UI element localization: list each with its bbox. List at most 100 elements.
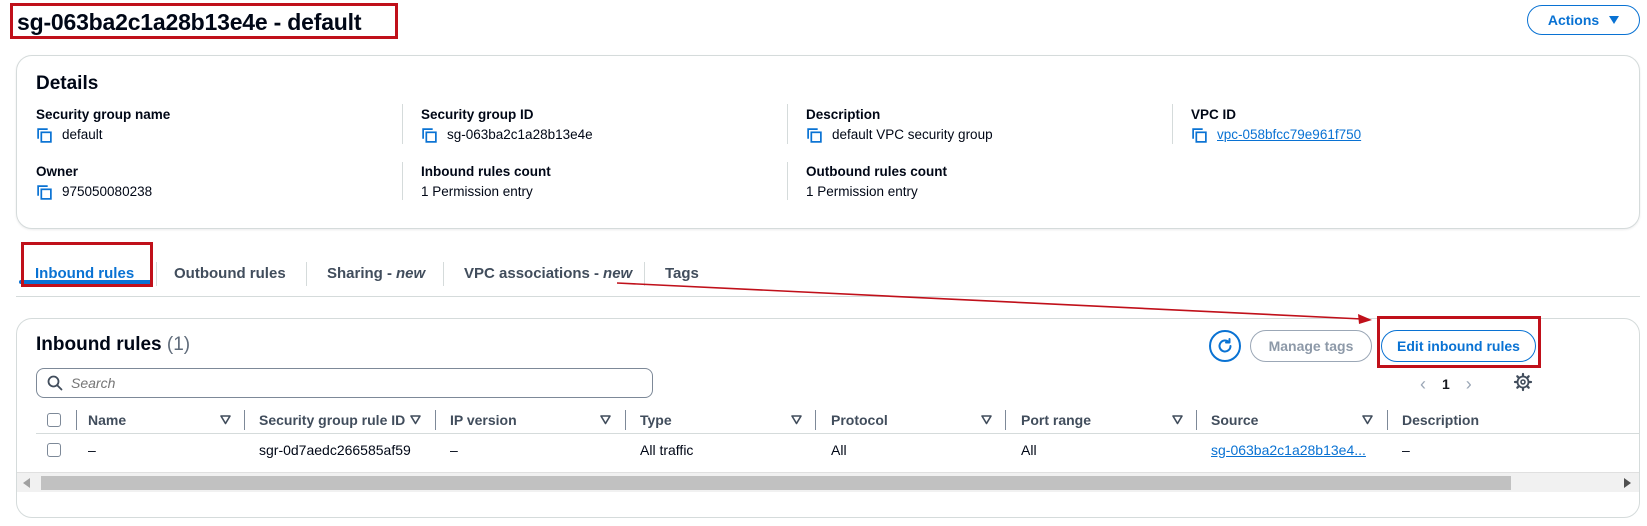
sort-icon[interactable] (981, 415, 992, 425)
search-icon (47, 375, 63, 391)
select-all-checkbox[interactable] (47, 413, 61, 427)
field-value: default (62, 127, 103, 142)
column-divider[interactable] (435, 410, 436, 430)
cell-protocol: All (831, 442, 847, 458)
copy-icon[interactable] (1191, 127, 1208, 144)
field-security-group-id: Security group ID sg-063ba2c1a28b13e4e (421, 106, 801, 144)
sort-icon[interactable] (600, 415, 611, 425)
field-vpc-id: VPC ID vpc-058bfcc79e961f750 (1191, 106, 1571, 144)
field-label: Security group ID (421, 107, 534, 122)
column-divider[interactable] (815, 410, 816, 430)
pagination: ‹ 1 › (1420, 372, 1472, 396)
cell-type: All traffic (640, 442, 694, 458)
select-all-checkbox-cell[interactable] (47, 406, 61, 434)
column-header-port-range[interactable]: Port range (1021, 406, 1091, 434)
table-header: Name Security group rule ID IP version T… (36, 406, 1640, 434)
field-label: Description (806, 107, 881, 122)
page-title: sg-063ba2c1a28b13e4e - default (10, 3, 398, 39)
column-header-type[interactable]: Type (640, 406, 672, 434)
column-divider[interactable] (1005, 410, 1006, 430)
scrollbar-thumb[interactable] (41, 476, 1511, 490)
refresh-icon (1218, 338, 1232, 353)
column-divider[interactable] (1196, 410, 1197, 430)
heading-text: Inbound rules (36, 334, 162, 355)
copy-icon[interactable] (36, 127, 53, 144)
table-row[interactable]: – sgr-0d7aedc266585af59 – All traffic Al… (36, 435, 1640, 465)
cell-ip-version: – (450, 442, 458, 458)
field-owner: Owner 975050080238 (36, 163, 416, 201)
field-value: 975050080238 (62, 184, 153, 199)
row-checkbox-cell[interactable] (47, 435, 61, 465)
cell-port-range: All (1021, 442, 1037, 458)
vpc-id-link[interactable]: vpc-058bfcc79e961f750 (1217, 126, 1361, 144)
sort-icon[interactable] (220, 415, 231, 425)
new-badge: new (603, 264, 633, 282)
field-label: Security group name (36, 107, 171, 122)
column-header-description[interactable]: Description (1402, 406, 1479, 434)
tab-tags[interactable]: Tags (665, 250, 699, 296)
annotation-box (21, 242, 153, 287)
field-label: VPC ID (1191, 107, 1237, 122)
field-label: Owner (36, 164, 79, 179)
field-outbound-rules-count: Outbound rules count 1 Permission entry (806, 163, 1186, 201)
copy-icon[interactable] (36, 184, 53, 201)
column-header-ip-version[interactable]: IP version (450, 406, 517, 434)
current-page[interactable]: 1 (1442, 376, 1450, 392)
column-header-source[interactable]: Source (1211, 406, 1258, 434)
tab-label: Sharing - (327, 264, 393, 282)
tab-bar: Inbound rules Outbound rules Sharing - ne… (16, 250, 1640, 297)
next-page-icon[interactable]: › (1466, 374, 1472, 395)
new-badge: new (396, 264, 426, 282)
cell-rule-id: sgr-0d7aedc266585af59 (259, 442, 411, 458)
tab-vpc-associations[interactable]: VPC associations - new (464, 250, 632, 296)
tab-divider (443, 262, 444, 286)
tab-divider (644, 262, 645, 286)
cell-description: – (1402, 442, 1410, 458)
column-header-name[interactable]: Name (88, 406, 126, 434)
field-label: Inbound rules count (421, 164, 551, 179)
scroll-right-icon[interactable] (1623, 478, 1631, 488)
column-divider[interactable] (244, 410, 245, 430)
field-value: default VPC security group (832, 127, 993, 142)
field-inbound-rules-count: Inbound rules count 1 Permission entry (421, 163, 801, 201)
column-divider (76, 410, 77, 430)
tab-divider (306, 262, 307, 286)
column-header-rule-id[interactable]: Security group rule ID (259, 406, 405, 434)
field-value: 1 Permission entry (806, 184, 918, 199)
tab-sharing[interactable]: Sharing - new (327, 250, 425, 296)
previous-page-icon[interactable]: ‹ (1420, 374, 1426, 395)
copy-icon[interactable] (806, 127, 823, 144)
copy-icon[interactable] (421, 127, 438, 144)
refresh-button[interactable] (1209, 330, 1241, 362)
tab-label: VPC associations - (464, 264, 600, 282)
annotation-box (1377, 316, 1541, 368)
gear-icon[interactable] (1513, 372, 1533, 392)
column-divider[interactable] (1387, 410, 1388, 430)
cell-name: – (88, 442, 96, 458)
scroll-left-icon[interactable] (23, 478, 31, 488)
details-title: Details (36, 73, 99, 94)
horizontal-scrollbar[interactable] (17, 472, 1639, 492)
cell-source: sg-063ba2c1a28b13e4... (1211, 435, 1366, 465)
column-divider[interactable] (625, 410, 626, 430)
sort-icon[interactable] (791, 415, 802, 425)
tab-label: Outbound rules (174, 264, 286, 282)
field-label: Outbound rules count (806, 164, 947, 179)
sort-icon[interactable] (410, 415, 421, 425)
actions-button[interactable]: Actions (1527, 5, 1640, 35)
sort-icon[interactable] (1172, 415, 1183, 425)
sort-icon[interactable] (1362, 415, 1373, 425)
source-link[interactable]: sg-063ba2c1a28b13e4... (1211, 442, 1366, 458)
actions-label: Actions (1547, 12, 1600, 28)
tab-outbound-rules[interactable]: Outbound rules (174, 250, 286, 296)
search-field[interactable] (36, 368, 653, 398)
column-header-protocol[interactable]: Protocol (831, 406, 888, 434)
tab-divider (156, 262, 157, 286)
search-input[interactable] (71, 375, 631, 391)
caret-down-icon (1609, 16, 1620, 24)
row-checkbox[interactable] (47, 443, 61, 457)
inbound-rules-heading: Inbound rules (1) (36, 334, 190, 356)
manage-tags-button[interactable]: Manage tags (1250, 330, 1372, 362)
field-value: sg-063ba2c1a28b13e4e (447, 127, 593, 142)
field-security-group-name: Security group name default (36, 106, 416, 144)
